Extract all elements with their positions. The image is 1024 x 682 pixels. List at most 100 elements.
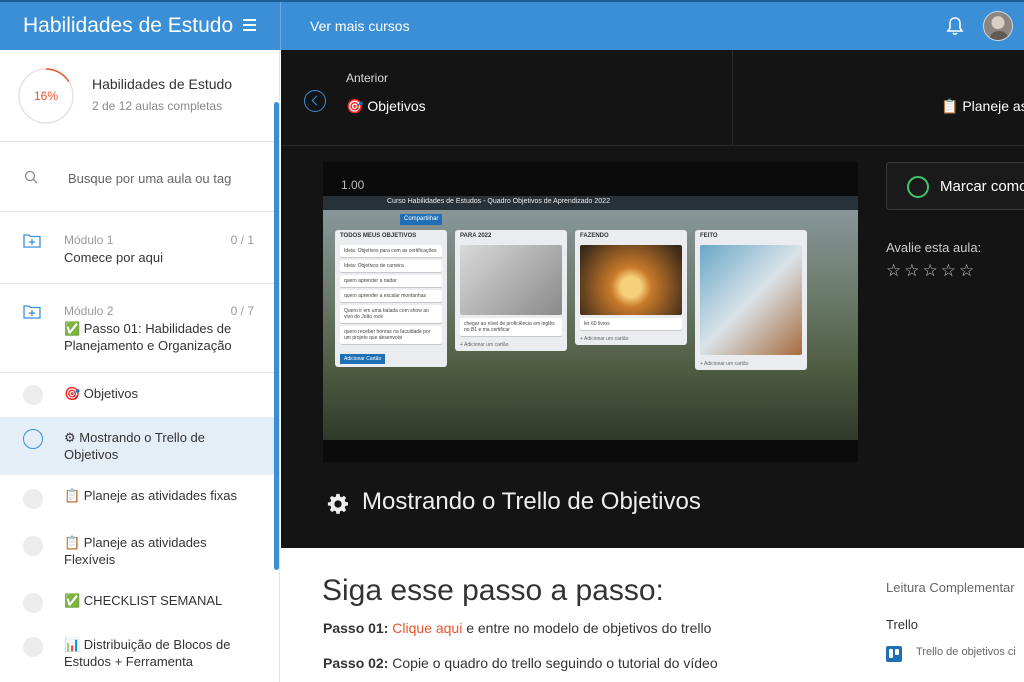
lesson-status-circle[interactable] xyxy=(23,536,43,556)
module-1[interactable]: Módulo 1 0 / 1 Comece por aqui xyxy=(0,212,274,284)
module-title: ✅ Passo 01: Habilidades de Planejamento … xyxy=(64,321,232,353)
trello-card: quero receber honras na faculdade por um… xyxy=(340,326,442,344)
lesson-title: 🎯 Objetivos xyxy=(64,386,138,401)
search-row xyxy=(0,142,274,212)
trello-list: TODOS MEUS OBJETIVOS Ideia: Objetivos pa… xyxy=(335,230,447,367)
complementary-reading-title: Leitura Complementar xyxy=(886,580,1015,595)
menu-icon[interactable] xyxy=(243,19,256,31)
lesson-status-circle[interactable] xyxy=(23,637,43,657)
step-1: Passo 01: Clique aqui e entre no modelo … xyxy=(323,620,711,636)
trello-list: FEITO + Adicionar um cartão xyxy=(695,230,807,370)
content-title: Siga esse passo a passo: xyxy=(322,574,664,607)
mark-complete-button[interactable]: Marcar como xyxy=(886,162,1024,210)
folder-icon xyxy=(23,234,41,248)
lesson-title: ⚙ Mostrando o Trello de Objetivos xyxy=(64,430,206,462)
trello-list-title: FAZENDO xyxy=(580,233,609,239)
lesson-title: ✅ CHECKLIST SEMANAL xyxy=(64,593,223,608)
trello-card-image xyxy=(460,245,562,315)
lesson-title: 📋 Planeje as atividades Flexíveis xyxy=(64,535,207,567)
trello-add-card: + Adicionar um cartão xyxy=(700,361,749,367)
trello-list-title: TODOS MEUS OBJETIVOS xyxy=(340,233,417,239)
trello-card-image xyxy=(700,245,802,355)
lesson-item[interactable]: ✅ CHECKLIST SEMANAL xyxy=(0,580,274,625)
lesson-item[interactable]: 📋 Planeje as atividades fixas xyxy=(0,475,274,522)
folder-icon xyxy=(23,305,41,319)
complementary-heading: Trello xyxy=(886,617,919,632)
step-label: Passo 01: xyxy=(323,620,389,636)
check-circle-icon xyxy=(907,176,929,198)
step-link[interactable]: Clique aqui xyxy=(392,620,462,636)
lesson-status-circle[interactable] xyxy=(23,489,43,509)
rate-label: Avalie esta aula: xyxy=(886,240,982,255)
search-input[interactable] xyxy=(68,168,258,188)
module-count: 0 / 1 xyxy=(230,233,254,247)
lesson-item[interactable]: 📋 Planeje as atividades Flexíveis xyxy=(0,522,274,580)
module-label: Módulo 2 xyxy=(64,304,114,318)
trello-card: Ideia: Objetivos para com as certificaçõ… xyxy=(340,245,442,257)
trello-list-title: FEITO xyxy=(700,233,718,239)
trello-add-card-button: Adicionar Cartão xyxy=(340,354,386,364)
next-lesson-link[interactable]: 📋 Planeje as a xyxy=(941,98,1024,115)
step-2: Passo 02: Copie o quadro do trello segui… xyxy=(323,655,718,671)
trello-icon xyxy=(886,646,902,662)
trello-card: quero aprender a nadar xyxy=(340,275,442,287)
top-bar: Habilidades de Estudo Ver mais cursos xyxy=(0,0,1024,50)
brand[interactable]: Habilidades de Estudo xyxy=(0,2,280,50)
course-progress: 16% Habilidades de Estudo 2 de 12 aulas … xyxy=(0,50,274,142)
lesson-status-circle[interactable] xyxy=(23,593,43,613)
brand-title: Habilidades de Estudo xyxy=(23,14,234,37)
video-playback-speed: 1.00 xyxy=(341,178,365,192)
star-icon[interactable]: ☆ xyxy=(923,262,938,280)
course-title: Habilidades de Estudo xyxy=(92,76,233,92)
step-label: Passo 02: xyxy=(323,655,389,671)
trello-list-title: PARA 2022 xyxy=(460,233,492,239)
star-icon[interactable]: ☆ xyxy=(904,262,919,280)
lesson-player: Anterior 🎯 Objetivos 📋 Planeje as a 1.00… xyxy=(281,50,1024,548)
sidebar-scrollbar[interactable] xyxy=(274,102,279,570)
progress-percent: 16% xyxy=(33,89,59,103)
prev-label: Anterior xyxy=(346,71,389,85)
module-label: Módulo 1 xyxy=(64,233,114,247)
video-frame[interactable]: Curso Habilidades de Estudos - Quadro Ob… xyxy=(323,196,858,440)
lesson-item[interactable]: 🎯 Objetivos xyxy=(0,373,274,417)
lesson-status-circle[interactable] xyxy=(23,385,43,405)
more-courses-link[interactable]: Ver mais cursos xyxy=(310,2,410,50)
nav-divider xyxy=(732,50,733,146)
module-2[interactable]: Módulo 2 0 / 7 ✅ Passo 01: Habilidades d… xyxy=(0,284,274,373)
trello-header: Curso Habilidades de Estudos - Quadro Ob… xyxy=(323,196,858,210)
trello-card: Ideia: Objetivos de carreira xyxy=(340,260,442,272)
trello-card: chegar ao nível de proficiência em inglê… xyxy=(460,318,562,336)
trello-board-title: Curso Habilidades de Estudos - Quadro Ob… xyxy=(387,198,610,205)
trello-card-image xyxy=(580,245,682,315)
trello-card: Quero ir em uma balada com show ao vivo … xyxy=(340,305,442,323)
lesson-item[interactable]: 📊 Distribuição de Blocos de Estudos + Fe… xyxy=(0,625,274,682)
trello-share-button: Compartilhar xyxy=(400,214,443,225)
star-icon[interactable]: ☆ xyxy=(941,262,956,280)
rating-stars[interactable]: ☆ ☆ ☆ ☆ ☆ xyxy=(886,262,974,280)
search-icon xyxy=(24,170,38,184)
trello-list: PARA 2022 chegar ao nível de proficiênci… xyxy=(455,230,567,351)
module-count: 0 / 7 xyxy=(230,304,254,318)
complementary-link[interactable]: Trello de objetivos ci xyxy=(916,646,1016,658)
star-icon[interactable]: ☆ xyxy=(886,262,901,280)
lesson-title: 📋 Planeje as atividades fixas xyxy=(64,488,237,503)
module-title: Comece por aqui xyxy=(64,250,163,265)
sidebar: 16% Habilidades de Estudo 2 de 12 aulas … xyxy=(0,50,280,682)
prev-arrow-icon[interactable] xyxy=(304,90,326,112)
trello-card: quero aprender a escalar montanhas xyxy=(340,290,442,302)
prev-lesson-link[interactable]: 🎯 Objetivos xyxy=(346,98,426,115)
lesson-item-active[interactable]: ⚙ Mostrando o Trello de Objetivos xyxy=(0,417,274,475)
trello-card: ler 60 livros xyxy=(580,318,682,330)
lesson-nav: Anterior 🎯 Objetivos 📋 Planeje as a xyxy=(281,50,1024,146)
lesson-status-circle[interactable] xyxy=(23,429,43,449)
mark-complete-label: Marcar como xyxy=(940,178,1024,195)
lesson-title: 📊 Distribuição de Blocos de Estudos + Fe… xyxy=(64,637,231,669)
gear-icon xyxy=(327,493,348,514)
star-icon[interactable]: ☆ xyxy=(959,262,974,280)
avatar[interactable] xyxy=(983,11,1013,41)
lesson-heading: Mostrando o Trello de Objetivos xyxy=(362,488,701,515)
step-text: e entre no modelo de objetivos do trello xyxy=(466,620,712,636)
bell-icon[interactable] xyxy=(946,16,964,36)
step-text: Copie o quadro do trello seguindo o tuto… xyxy=(392,655,718,671)
video-player[interactable]: 1.00 Curso Habilidades de Estudos - Quad… xyxy=(323,162,858,462)
